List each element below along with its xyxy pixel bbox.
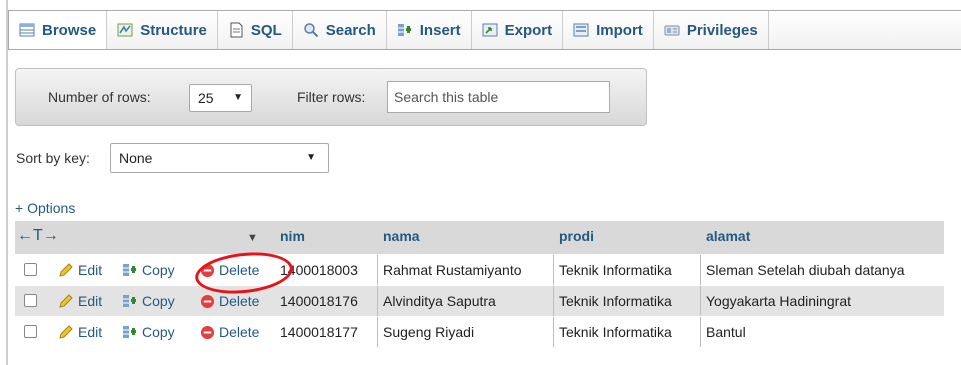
cell-nama: Alvinditya Saputra	[383, 293, 496, 309]
tab-privileges-label: Privileges	[686, 21, 758, 39]
structure-icon	[117, 23, 133, 37]
column-header-alamat[interactable]: alamat	[706, 221, 750, 255]
import-icon	[573, 23, 589, 37]
tab-export-label: Export	[504, 21, 553, 39]
edit-label: Edit	[78, 293, 103, 309]
pencil-icon	[59, 263, 73, 277]
tab-insert[interactable]: Insert	[387, 11, 472, 49]
column-divider	[700, 255, 701, 285]
copy-icon	[123, 326, 136, 338]
cell-nim: 1400018176	[280, 293, 358, 309]
cell-alamat: Yogyakarta Hadiningrat	[706, 293, 852, 309]
tab-sql-label: SQL	[250, 21, 282, 39]
edit-link[interactable]: Edit	[58, 317, 102, 347]
row-checkbox[interactable]	[24, 325, 37, 338]
tab-privileges[interactable]: Privileges	[654, 11, 769, 49]
copy-label: Copy	[142, 324, 175, 340]
table-header: ←T→ ▼ nim nama prodi alamat	[15, 221, 944, 255]
privileges-icon	[664, 25, 680, 36]
tab-more[interactable]	[769, 11, 799, 49]
chevron-down-icon: ▼	[306, 152, 316, 163]
copy-link[interactable]: Copy	[122, 317, 175, 347]
search-icon	[303, 23, 318, 38]
table-row: Edit Copy Delete 1400018003 Rahmat Rusta…	[15, 255, 944, 285]
pencil-icon	[59, 325, 73, 339]
sort-by-key-value: None	[119, 150, 153, 166]
column-header-nim[interactable]: nim	[280, 221, 305, 255]
cell-alamat: Bantul	[706, 324, 746, 340]
delete-link[interactable]: Delete	[200, 317, 259, 347]
column-divider	[377, 255, 378, 285]
tab-bar: Browse Structure SQL Search Insert Expor…	[8, 10, 961, 50]
edit-label: Edit	[78, 262, 103, 278]
column-divider	[377, 317, 378, 347]
row-checkbox[interactable]	[24, 294, 37, 307]
sql-icon	[230, 22, 243, 38]
tab-import-label: Import	[596, 21, 643, 39]
cell-nama: Sugeng Riyadi	[383, 324, 475, 340]
column-divider	[553, 255, 554, 285]
copy-link[interactable]: Copy	[122, 255, 175, 285]
column-divider	[700, 317, 701, 347]
rows-per-page-value: 25	[198, 90, 214, 106]
delete-icon	[200, 325, 215, 339]
column-header-nama[interactable]: nama	[383, 221, 420, 255]
rows-label: Number of rows:	[48, 89, 151, 105]
tab-export[interactable]: Export	[472, 11, 564, 49]
edit-link[interactable]: Edit	[58, 255, 102, 285]
rows-filter-box: Number of rows: 25 ▼ Filter rows: Search…	[15, 68, 647, 126]
cell-prodi: Teknik Informatika	[559, 262, 672, 278]
tab-import[interactable]: Import	[563, 11, 654, 49]
cell-prodi: Teknik Informatika	[559, 324, 672, 340]
column-divider	[553, 286, 554, 316]
filter-placeholder: Search this table	[394, 89, 499, 105]
copy-link[interactable]: Copy	[122, 286, 175, 316]
sort-by-key-label: Sort by key:	[16, 150, 90, 166]
copy-label: Copy	[142, 293, 175, 309]
sort-by-key-select[interactable]: None ▼	[110, 143, 329, 173]
cell-nim: 1400018177	[280, 324, 358, 340]
row-checkbox[interactable]	[24, 263, 37, 276]
filter-rows-input[interactable]: Search this table	[387, 81, 610, 113]
insert-icon	[397, 24, 411, 36]
edit-label: Edit	[78, 324, 103, 340]
rows-per-page-select[interactable]: 25 ▼	[189, 84, 252, 112]
cell-alamat: Sleman Setelah diubah datanya	[706, 262, 905, 278]
column-divider	[377, 286, 378, 316]
delete-label: Delete	[219, 293, 260, 309]
tab-browse[interactable]: Browse	[9, 11, 108, 49]
delete-label: Delete	[219, 324, 260, 340]
page-left-border	[6, 0, 8, 365]
delete-icon	[200, 294, 215, 308]
pencil-icon	[59, 294, 73, 308]
table-row: Edit Copy Delete 1400018177 Sugeng Riyad…	[15, 317, 944, 347]
tab-structure[interactable]: Structure	[107, 11, 218, 49]
copy-label: Copy	[142, 262, 175, 278]
column-resize-icon[interactable]: ←T→	[17, 221, 59, 255]
tab-search-label: Search	[325, 21, 376, 39]
edit-link[interactable]: Edit	[58, 286, 102, 316]
copy-icon	[123, 264, 136, 276]
table-icon	[19, 23, 35, 37]
chevron-down-icon: ▼	[233, 92, 243, 103]
options-link[interactable]: + Options	[15, 200, 75, 216]
tab-sql[interactable]: SQL	[218, 11, 293, 49]
tab-structure-label: Structure	[140, 21, 207, 39]
tab-search[interactable]: Search	[293, 11, 387, 49]
column-divider	[553, 317, 554, 347]
copy-icon	[123, 295, 136, 307]
tab-browse-label: Browse	[42, 21, 97, 39]
tab-insert-label: Insert	[419, 21, 461, 39]
column-divider	[700, 286, 701, 316]
export-icon	[482, 23, 498, 37]
table-row: Edit Copy Delete 1400018176 Alvinditya S…	[15, 286, 944, 316]
column-header-prodi[interactable]: prodi	[559, 221, 594, 255]
cell-nama: Rahmat Rustamiyanto	[383, 262, 522, 278]
filter-label: Filter rows:	[297, 89, 366, 105]
cell-prodi: Teknik Informatika	[559, 293, 672, 309]
